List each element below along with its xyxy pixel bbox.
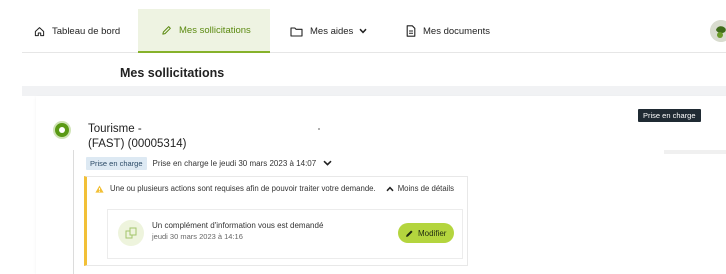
toggle-details-button[interactable]: Moins de détails xyxy=(386,184,454,193)
status-row: Prise en charge Prise en charge le jeudi… xyxy=(86,156,332,170)
nav-item-aides[interactable]: Mes aides xyxy=(290,9,374,53)
chevron-down-icon xyxy=(359,28,367,34)
nav-label-dashboard: Tableau de bord xyxy=(52,25,121,37)
request-title-line2: (FAST) (00005314) xyxy=(88,138,187,150)
page-title: Mes sollicitations xyxy=(120,66,225,80)
dot-marker xyxy=(318,128,320,130)
action-item: Un complément d'information vous est dem… xyxy=(107,209,463,259)
request-title-line1: Tourisme - xyxy=(88,123,142,135)
top-navigation: Tableau de bord Mes sollicitations Mes a… xyxy=(22,9,726,53)
alert-header: Une ou plusieurs actions sont requises a… xyxy=(95,184,465,193)
avatar[interactable] xyxy=(710,20,726,42)
document-icon xyxy=(406,25,416,37)
nav-item-dashboard[interactable]: Tableau de bord xyxy=(34,9,120,53)
nav-item-solicitations[interactable]: Mes sollicitations xyxy=(138,9,270,53)
action-item-title: Un complément d'information vous est dem… xyxy=(152,221,324,230)
toggle-details-label: Moins de détails xyxy=(397,184,455,193)
home-icon xyxy=(34,26,45,36)
divider xyxy=(664,150,726,154)
timeline-line xyxy=(73,150,74,274)
alert-message: Une ou plusieurs actions sont requises a… xyxy=(110,184,376,193)
pencil-icon xyxy=(162,25,171,35)
nav-label-solicitations: Mes sollicitations xyxy=(179,24,251,36)
folder-icon xyxy=(290,26,303,37)
action-required-alert: Une ou plusieurs actions sont requises a… xyxy=(84,176,468,266)
nav-item-documents[interactable]: Mes documents xyxy=(406,9,490,53)
nav-label-documents: Mes documents xyxy=(423,25,491,37)
chevron-down-icon[interactable] xyxy=(323,160,332,166)
action-item-date: jeudi 30 mars 2023 à 14:16 xyxy=(152,232,243,241)
nav-label-aides: Mes aides xyxy=(310,25,354,37)
modify-button[interactable]: Modifier xyxy=(398,223,455,243)
warning-icon xyxy=(95,185,104,193)
modify-button-label: Modifier xyxy=(418,228,447,238)
avatar-image xyxy=(710,20,726,42)
status-badge: Prise en charge xyxy=(638,109,701,122)
status-text: Prise en charge le jeudi 30 mars 2023 à … xyxy=(152,158,317,168)
timeline-status-icon xyxy=(53,121,71,139)
request-title: Tourisme - (FAST) (00005314) xyxy=(88,122,288,152)
pencil-icon xyxy=(406,229,413,237)
status-pill: Prise en charge xyxy=(86,156,147,170)
info-request-icon xyxy=(118,220,144,246)
action-item-text: Un complément d'information vous est dem… xyxy=(152,220,323,242)
chevron-up-icon xyxy=(386,186,394,191)
title-divider xyxy=(22,86,726,96)
